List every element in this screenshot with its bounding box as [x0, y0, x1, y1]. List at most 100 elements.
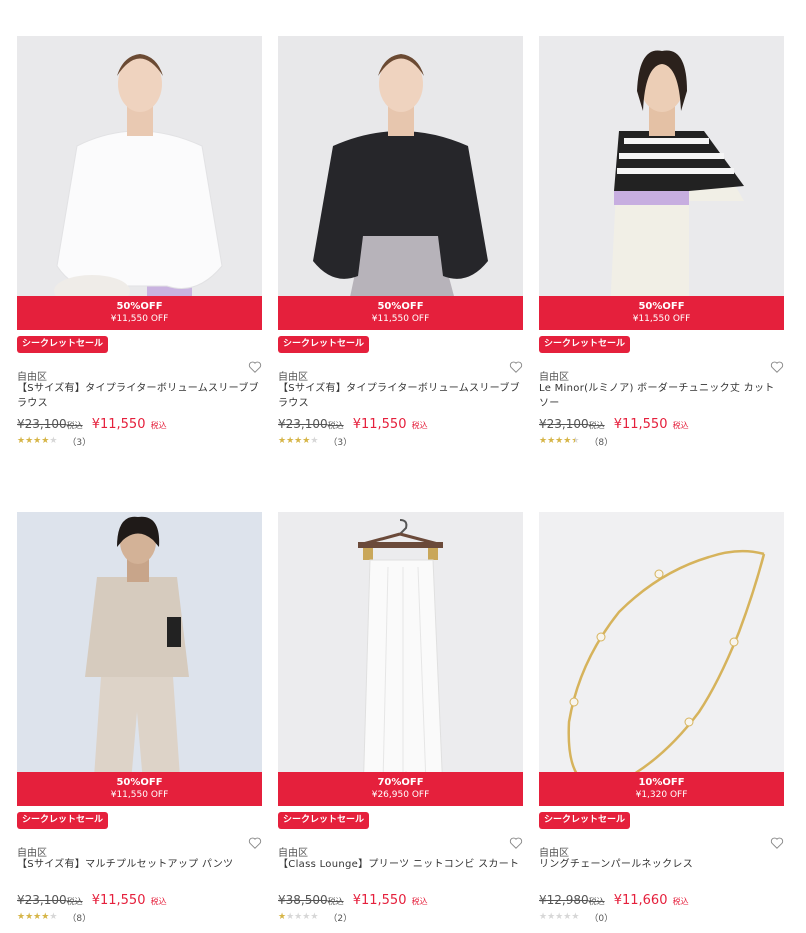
brand-name: 自由区 — [539, 372, 569, 383]
brand-name: 自由区 — [278, 372, 308, 383]
original-price: ¥23,100 — [17, 417, 67, 431]
price-row: ¥23,100税込 ¥11,550 税込 — [17, 413, 262, 433]
product-name[interactable]: 【Sサイズ有】マルチプルセットアップ パンツ — [17, 857, 262, 887]
rating-row: ★★★★★ （8） — [17, 910, 262, 924]
original-price: ¥12,980 — [539, 893, 589, 907]
discount-percent: 10%OFF — [638, 777, 685, 788]
star-icon: ★ — [539, 912, 548, 922]
rating-row: ★★★★★ （3） — [17, 434, 262, 448]
price-row: ¥12,980税込 ¥11,660 税込 — [539, 889, 784, 909]
product-image[interactable]: 70%OFF ¥26,950 OFF — [278, 512, 523, 806]
secret-sale-badge: シークレットセール — [539, 812, 631, 829]
discount-amount: ¥26,950 OFF — [371, 790, 430, 800]
discount-amount: ¥1,320 OFF — [635, 790, 688, 800]
price-row: ¥23,100税込 ¥11,550 税込 — [278, 413, 523, 433]
sale-tax-label: 税込 — [411, 421, 428, 430]
heart-icon[interactable] — [509, 360, 523, 374]
star-rating: ★★★★★ — [17, 912, 57, 922]
discount-banner: 10%OFF ¥1,320 OFF — [539, 772, 784, 806]
star-icon: ★ — [17, 436, 26, 446]
star-icon: ★ — [25, 912, 34, 922]
sale-tax-label: 税込 — [150, 897, 167, 906]
product-name[interactable]: 【Sサイズ有】タイプライターボリュームスリーブブラウス — [17, 381, 262, 411]
sale-price: ¥11,550 — [352, 417, 407, 432]
brand-name: 自由区 — [17, 848, 47, 859]
sale-price: ¥11,550 — [91, 893, 146, 908]
star-icon: ★ — [547, 912, 556, 922]
product-name[interactable]: 【Class Lounge】プリーツ ニットコンビ スカート — [278, 857, 523, 887]
rating-row: ★★★★★ （3） — [278, 434, 523, 448]
secret-sale-badge: シークレットセール — [278, 336, 370, 353]
heart-icon[interactable] — [509, 836, 523, 850]
product-card[interactable]: 70%OFF ¥26,950 OFF シークレットセール 自由区 【Class … — [278, 512, 523, 924]
star-icon: ★ — [571, 912, 580, 922]
star-icon: ★ — [278, 912, 287, 922]
secret-sale-badge: シークレットセール — [278, 812, 370, 829]
heart-icon[interactable] — [770, 836, 784, 850]
product-name[interactable]: 【Sサイズ有】タイプライターボリュームスリーブブラウス — [278, 381, 523, 411]
star-rating: ★★★★★ — [539, 912, 579, 922]
review-count: （2） — [328, 913, 353, 924]
product-card[interactable]: 10%OFF ¥1,320 OFF シークレットセール 自由区 リングチェーンパ… — [539, 512, 784, 924]
heart-icon[interactable] — [770, 360, 784, 374]
discount-percent: 50%OFF — [116, 301, 163, 312]
star-rating: ★★★★★ — [17, 436, 57, 446]
star-icon: ★ — [49, 912, 58, 922]
star-icon: ★ — [278, 436, 287, 446]
star-icon: ★ — [547, 436, 556, 446]
review-count: （0） — [589, 913, 614, 924]
review-count: （3） — [67, 437, 92, 448]
product-card[interactable]: 50%OFF ¥11,550 OFF シークレットセール 自由区 【Sサイズ有】… — [278, 36, 523, 448]
product-image[interactable]: 10%OFF ¥1,320 OFF — [539, 512, 784, 806]
brand-name: 自由区 — [278, 848, 308, 859]
secret-sale-badge: シークレットセール — [17, 812, 109, 829]
discount-banner: 50%OFF ¥11,550 OFF — [17, 296, 262, 330]
star-icon: ★ — [310, 912, 319, 922]
discount-percent: 50%OFF — [638, 301, 685, 312]
discount-percent: 70%OFF — [377, 777, 424, 788]
product-name[interactable]: リングチェーンパールネックレス — [539, 857, 784, 887]
star-icon: ★ — [286, 436, 295, 446]
brand-name: 自由区 — [17, 372, 47, 383]
rating-row: ★★★★★ （0） — [539, 910, 784, 924]
product-image[interactable]: 50%OFF ¥11,550 OFF — [17, 36, 262, 330]
star-icon: ★ — [17, 912, 26, 922]
review-count: （3） — [328, 437, 353, 448]
star-rating: ★★★★★ — [278, 436, 318, 446]
original-price: ¥23,100 — [539, 417, 589, 431]
discount-percent: 50%OFF — [377, 301, 424, 312]
review-count: （8） — [67, 913, 92, 924]
heart-icon[interactable] — [248, 836, 262, 850]
star-icon: ★ — [286, 912, 295, 922]
product-card[interactable]: 50%OFF ¥11,550 OFF シークレットセール 自由区 Le Mino… — [539, 36, 784, 448]
original-tax-label: 税込 — [327, 421, 344, 430]
product-image[interactable]: 50%OFF ¥11,550 OFF — [17, 512, 262, 806]
star-icon: ★ — [49, 436, 58, 446]
product-image[interactable]: 50%OFF ¥11,550 OFF — [539, 36, 784, 330]
discount-banner: 50%OFF ¥11,550 OFF — [17, 772, 262, 806]
star-icon: ★ — [310, 436, 319, 446]
sale-price: ¥11,550 — [613, 417, 668, 432]
sale-price: ¥11,550 — [91, 417, 146, 432]
product-card[interactable]: 50%OFF ¥11,550 OFF シークレットセール 自由区 【Sサイズ有】… — [17, 36, 262, 448]
product-card[interactable]: 50%OFF ¥11,550 OFF シークレットセール 自由区 【Sサイズ有】… — [17, 512, 262, 924]
discount-percent: 50%OFF — [116, 777, 163, 788]
sale-tax-label: 税込 — [150, 421, 167, 430]
secret-sale-badge: シークレットセール — [539, 336, 631, 353]
original-tax-label: 税込 — [327, 897, 344, 906]
product-name[interactable]: Le Minor(ルミノア) ボーダーチュニック丈 カットソー — [539, 381, 784, 411]
heart-icon[interactable] — [248, 360, 262, 374]
sale-tax-label: 税込 — [672, 897, 689, 906]
original-price: ¥38,500 — [278, 893, 328, 907]
star-icon: ★ — [25, 436, 34, 446]
product-image[interactable]: 50%OFF ¥11,550 OFF — [278, 36, 523, 330]
price-row: ¥38,500税込 ¥11,550 税込 — [278, 889, 523, 909]
original-tax-label: 税込 — [588, 421, 605, 430]
price-row: ¥23,100税込 ¥11,550 税込 — [539, 413, 784, 433]
price-row: ¥23,100税込 ¥11,550 税込 — [17, 889, 262, 909]
discount-banner: 50%OFF ¥11,550 OFF — [278, 296, 523, 330]
review-count: （8） — [589, 437, 614, 448]
original-tax-label: 税込 — [66, 421, 83, 430]
original-price: ¥23,100 — [17, 893, 67, 907]
discount-banner: 70%OFF ¥26,950 OFF — [278, 772, 523, 806]
